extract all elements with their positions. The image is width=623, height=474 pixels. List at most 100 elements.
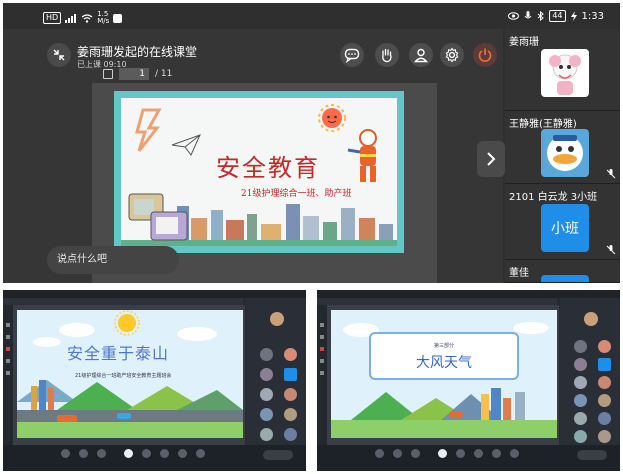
window-toolbar [317,298,557,305]
charging-icon [570,11,577,21]
participant-avatar[interactable] [284,348,297,361]
share-button[interactable] [411,449,420,458]
minimize-button[interactable] [47,43,71,67]
participant-tile[interactable]: 王静雅(王静雅) [505,111,620,184]
share-button[interactable] [97,449,106,458]
participant-avatar[interactable] [598,376,611,389]
chevron-right-icon [487,152,496,166]
leave-button[interactable] [263,450,293,460]
participant-name: 董佳 [509,268,529,279]
record-button[interactable] [178,449,187,458]
network-speed: 1.5 M/s [97,10,110,25]
participant-avatar[interactable] [284,368,297,381]
mic-icon [524,11,532,19]
mic-off-icon [606,245,616,255]
mic-button[interactable] [61,449,70,458]
control-bar [317,445,620,471]
participant-avatar[interactable] [574,394,587,407]
more-button[interactable] [196,449,205,458]
participant-avatar[interactable] [260,428,273,441]
firefighter-illustration [346,129,377,182]
members-button[interactable] [142,449,151,458]
gear-icon [445,47,459,63]
page-indicator: 1 / 11 [103,67,172,81]
members-button[interactable] [409,43,433,67]
record-button[interactable] [492,449,501,458]
participant-avatar [541,275,589,282]
raise-hand-button[interactable] [375,43,399,67]
next-page-button[interactable] [477,141,505,177]
user-icon [413,48,429,63]
paper-plane-icon [171,134,201,156]
collapse-icon [53,49,65,61]
slide-subtitle: 21级护理综合一班、助产班 [241,189,352,199]
participant-tile[interactable]: 2101 白云龙 3小班 小班 [505,184,620,260]
participant-avatar[interactable] [598,340,611,353]
participant-avatar[interactable] [574,358,587,371]
participant-avatar[interactable] [260,368,273,381]
leave-class-button[interactable] [473,43,497,67]
mic-button[interactable] [375,449,384,458]
participant-avatar[interactable] [574,376,587,389]
participant-avatar: 小班 [541,204,589,252]
chat-input[interactable]: 说点什么吧 [47,246,179,274]
participant-avatar[interactable] [598,394,611,407]
bluetooth-icon [538,11,545,21]
window-titlebar [317,290,620,298]
participant-name: 姜雨珊 [509,37,539,48]
courseware-slide: 安全重于泰山 21级护理综合一班助产班安全教育主题班会 [17,310,243,438]
participant-avatar[interactable] [598,430,611,443]
control-bar [3,445,306,471]
participant-list: 姜雨珊 王静雅(王静雅) 2101 白云龙 3小班 小班 董佳 [505,29,620,283]
status-bar: HD 1.5 M/s 44 1:33 [3,3,620,29]
slide-title: 安全重于泰山 [67,344,170,363]
participant-avatar[interactable] [574,340,587,353]
participant-avatar[interactable] [598,358,611,371]
participant-panel [246,298,306,445]
more-button[interactable] [510,449,519,458]
page-number-input[interactable]: 1 [119,68,149,80]
notification-icon [113,13,123,23]
lightning-decoration-icon [135,108,162,152]
whiteboard-button[interactable] [438,449,447,458]
participant-panel [560,298,620,445]
hd-badge: HD [43,12,62,24]
camera-button[interactable] [393,449,402,458]
courseware-slide: 第三部分 大风天气 [331,310,557,438]
chat-button[interactable] [160,449,169,458]
chat-button[interactable] [474,449,483,458]
settings-button[interactable] [440,43,464,67]
participant-name: 2101 白云龙 3小班 [509,192,598,203]
participant-avatar[interactable] [284,408,297,421]
courseware-slide: 安全教育 21级护理综合一班、助产班 [114,91,404,253]
participant-tile[interactable]: 姜雨珊 [505,29,620,111]
eye-icon [508,12,520,20]
participant-avatar[interactable] [574,430,587,443]
sun-icon [318,104,346,132]
thumbnail-icon[interactable] [103,69,113,79]
wifi-icon [81,13,93,23]
slide-title: 大风天气 [416,355,472,371]
section-label: 第三部分 [433,343,454,349]
participant-avatar[interactable] [598,412,611,425]
chat-button[interactable] [340,43,364,67]
participant-avatar[interactable] [574,412,587,425]
window-titlebar [3,290,306,298]
drawing-toolbar [3,305,13,445]
donald-duck-avatar [541,129,589,177]
desktop-classroom-right: 第三部分 大风天气 [317,290,620,471]
participant-avatar[interactable] [260,348,273,361]
members-button[interactable] [456,449,465,458]
participant-tile[interactable]: 董佳 [505,260,620,283]
participant-avatar[interactable] [284,428,297,441]
camera-button[interactable] [79,449,88,458]
participant-avatar[interactable] [260,408,273,421]
clock: 1:33 [581,10,604,22]
sheep-avatar [541,49,589,97]
participant-avatar[interactable] [284,388,297,401]
slide-title: 安全教育 [216,154,320,182]
drawing-toolbar [317,305,327,445]
participant-avatar[interactable] [260,388,273,401]
leave-button[interactable] [577,450,607,460]
whiteboard-button[interactable] [124,449,133,458]
